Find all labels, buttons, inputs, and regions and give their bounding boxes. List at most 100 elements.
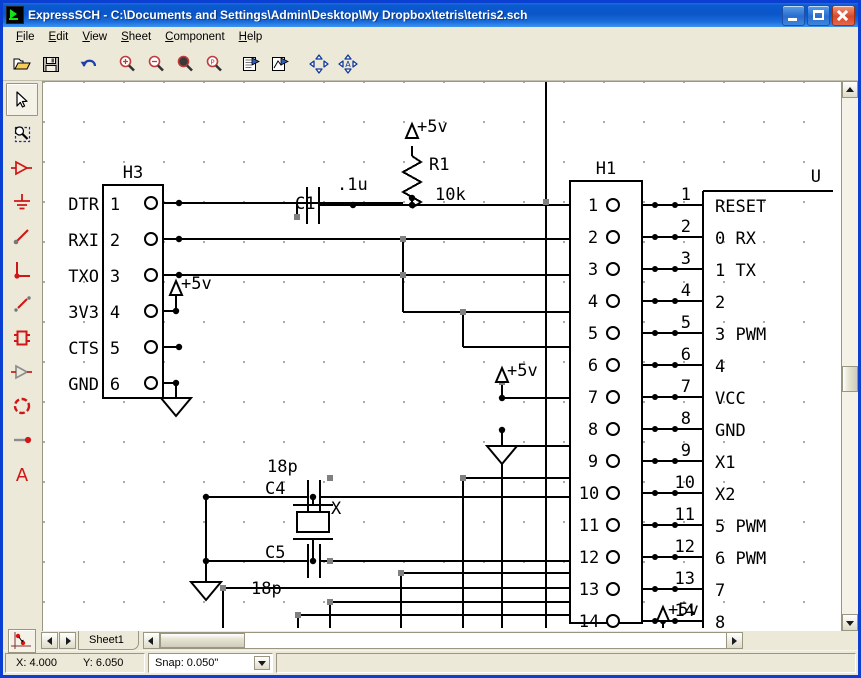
u-pinname-10: X2 (715, 485, 735, 505)
place-component-icon[interactable] (6, 151, 38, 184)
select-arrow-icon[interactable] (6, 83, 38, 116)
y-coordinate: Y: 6.050 (82, 657, 124, 669)
place-bus-icon[interactable] (6, 253, 38, 286)
chevron-down-icon[interactable] (254, 656, 270, 670)
move-icon[interactable] (305, 50, 333, 77)
h1-pin-10: 10 (579, 484, 599, 504)
h3-pin4-name: 3V3 (68, 303, 99, 323)
h1-pin-8: 8 (588, 420, 598, 440)
place-wire-icon[interactable] (6, 219, 38, 252)
scroll-left-button[interactable] (142, 632, 160, 649)
menu-item-help[interactable]: Help (232, 29, 270, 45)
h1-pin-5: 5 (588, 324, 598, 344)
message-pane (276, 653, 856, 673)
zoom-region-icon[interactable] (6, 117, 38, 150)
place-ground-icon[interactable] (6, 185, 38, 218)
h3-pin6-name: GND (68, 375, 99, 395)
close-button[interactable] (832, 5, 855, 26)
snap-dropdown[interactable]: Snap: 0.050" (148, 653, 273, 673)
sheet-tab-row: Sheet1 (3, 628, 858, 653)
u-pinnum-10: 10 (675, 473, 695, 493)
zoom-out-icon[interactable] (142, 50, 170, 77)
move-text-icon[interactable]: A (334, 50, 362, 77)
u-pinname-14: 8 (715, 613, 725, 628)
sheet-area: H3 DTR RXI TXO 3V3 CTS GND 1 2 3 4 5 6 C… (42, 81, 858, 631)
u-pinnum-6: 6 (681, 345, 691, 365)
horizontal-scroll-thumb[interactable] (159, 633, 245, 648)
menu-item-edit[interactable]: Edit (42, 29, 76, 45)
place-text-icon[interactable]: A (6, 457, 38, 490)
sheet-tab-sheet1[interactable]: Sheet1 (78, 631, 139, 650)
properties-icon[interactable] (238, 50, 266, 77)
schematic-drawing: H3 DTR RXI TXO 3V3 CTS GND 1 2 3 4 5 6 C… (68, 82, 833, 628)
u-pinnum-3: 3 (681, 249, 691, 269)
next-sheet-button[interactable] (59, 632, 76, 649)
menu-item-file[interactable]: File (9, 29, 42, 45)
menu-item-component[interactable]: Component (158, 29, 231, 45)
menu-bar: File Edit View Sheet Component Help (3, 27, 858, 47)
u-pinname-13: 7 (715, 581, 725, 601)
scroll-right-button[interactable] (725, 632, 743, 649)
u-pinname-5: 3 PWM (715, 325, 766, 345)
origin-icon[interactable] (8, 628, 36, 653)
save-icon[interactable] (37, 50, 65, 77)
x-coordinate: X: 4.000 (16, 657, 57, 669)
menu-item-sheet[interactable]: Sheet (114, 29, 158, 45)
scroll-up-button[interactable] (842, 81, 858, 98)
u-pinnum-2: 2 (681, 217, 691, 237)
zoom-page-icon[interactable]: P (200, 50, 228, 77)
net-label-5v-middle: +5v (507, 361, 538, 381)
main-toolbar: P A (3, 47, 858, 81)
h3-pin5-num: 5 (110, 339, 120, 359)
net-label-5v-r1: +5v (417, 117, 448, 137)
svg-text:A: A (345, 60, 351, 69)
place-line-icon[interactable] (6, 287, 38, 320)
status-bar: X: 4.000 Y: 6.050 Snap: 0.050" (3, 650, 858, 675)
h3-pin2-name: RXI (68, 231, 99, 251)
h1-pin-7: 7 (588, 388, 598, 408)
place-pin-icon[interactable] (6, 423, 38, 456)
h3-pin5-name: CTS (68, 339, 99, 359)
h1-pin-13: 13 (579, 580, 599, 600)
horizontal-scroll-track[interactable] (159, 632, 726, 649)
h3-pin1-num: 1 (110, 195, 120, 215)
label-xtal: X (331, 499, 342, 519)
vertical-scrollbar[interactable] (841, 81, 858, 631)
horizontal-scrollbar[interactable] (142, 632, 743, 649)
zoom-in-icon[interactable] (113, 50, 141, 77)
place-box-icon[interactable] (6, 321, 38, 354)
zoom-area-icon[interactable] (171, 50, 199, 77)
u-pinname-3: 1 TX (715, 261, 757, 281)
open-icon[interactable] (8, 50, 36, 77)
schematic-canvas[interactable]: H3 DTR RXI TXO 3V3 CTS GND 1 2 3 4 5 6 C… (42, 81, 841, 631)
origin-button[interactable] (3, 628, 41, 653)
u-pinname-4: 2 (715, 293, 725, 313)
u-pinnum-1: 1 (681, 185, 691, 205)
menu-item-view[interactable]: View (75, 29, 114, 45)
h3-pin3-num: 3 (110, 267, 120, 287)
u-pinname-6: 4 (715, 357, 725, 377)
h1-pin-1: 1 (588, 196, 598, 216)
vertical-scroll-thumb[interactable] (842, 366, 858, 392)
h3-pin3-name: TXO (68, 267, 99, 287)
sheet-tab-label: Sheet1 (89, 634, 124, 646)
u-pinnum-4: 4 (681, 281, 691, 301)
scroll-down-button[interactable] (842, 614, 858, 631)
app-icon (6, 6, 24, 24)
place-port-icon[interactable] (6, 355, 38, 388)
place-circle-icon[interactable] (6, 389, 38, 422)
h1-pin-12: 12 (579, 548, 599, 568)
u-pinname-2: 0 RX (715, 229, 757, 249)
label-c1: C1 (295, 194, 315, 214)
netlist-icon[interactable] (267, 50, 295, 77)
u-pinnum-13: 13 (675, 569, 695, 589)
h3-pin4-num: 4 (110, 303, 120, 323)
application-window: ExpressSCH - C:\Documents and Settings\A… (0, 0, 861, 678)
minimize-button[interactable] (782, 5, 805, 26)
workspace: A H3 DTR RXI TXO 3V3 CTS GND 1 2 3 4 5 6… (3, 81, 858, 631)
undo-icon[interactable] (75, 50, 103, 77)
prev-sheet-button[interactable] (41, 632, 58, 649)
maximize-button[interactable] (807, 5, 830, 26)
u-pinnum-14: 14 (675, 601, 695, 621)
vertical-scroll-track[interactable] (842, 98, 858, 614)
